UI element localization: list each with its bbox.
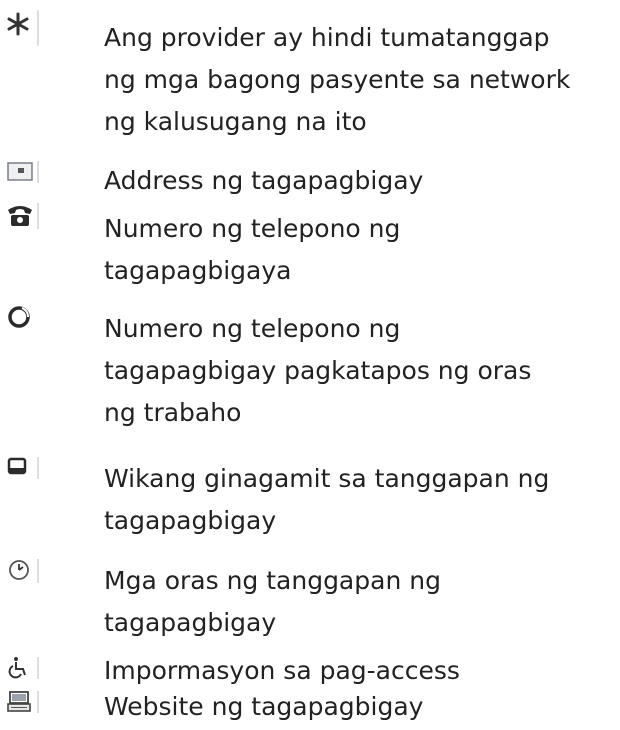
clock-icon [6,558,40,586]
wheelchair-icon [6,656,40,684]
legend-text-line: tagapagbigay [104,506,277,535]
legend-text-line: Numero ng telepono ng [104,314,401,343]
legend-text-line: ng mga bagong pasyente sa network [104,65,571,94]
legend-text-line: ng kalusugang na ito [104,107,367,136]
provider-icon-legend: Ang provider ay hindi tumatanggap ng mga… [0,0,620,730]
computer-icon [6,690,40,718]
speech-bubble-icon [6,456,40,484]
legend-text-line: Wikang ginagamit sa tanggapan ng [104,464,550,493]
asterisk-icon [6,8,40,46]
legend-text-line: tagapagbigay pagkatapos ng oras [104,356,532,385]
legend-text-line: Impormasyon sa pag-access [104,656,460,685]
legend-text-line: Mga oras ng tanggapan ng [104,566,441,595]
legend-text-line: tagapagbigaya [104,256,292,285]
legend-text-line: tagapagbigay [104,608,277,637]
legend-text-line: ng trabaho [104,398,242,427]
legend-text-line: Address ng tagapagbigay [104,166,424,195]
legend-text-line: Ang provider ay hindi tumatanggap [104,23,550,52]
legend-text-line: Website ng tagapagbigay [104,692,424,721]
address-card-icon [6,160,40,188]
telephone-icon [6,202,40,230]
after-hours-phone-icon [6,304,40,332]
legend-text-line: Numero ng telepono ng [104,214,401,243]
